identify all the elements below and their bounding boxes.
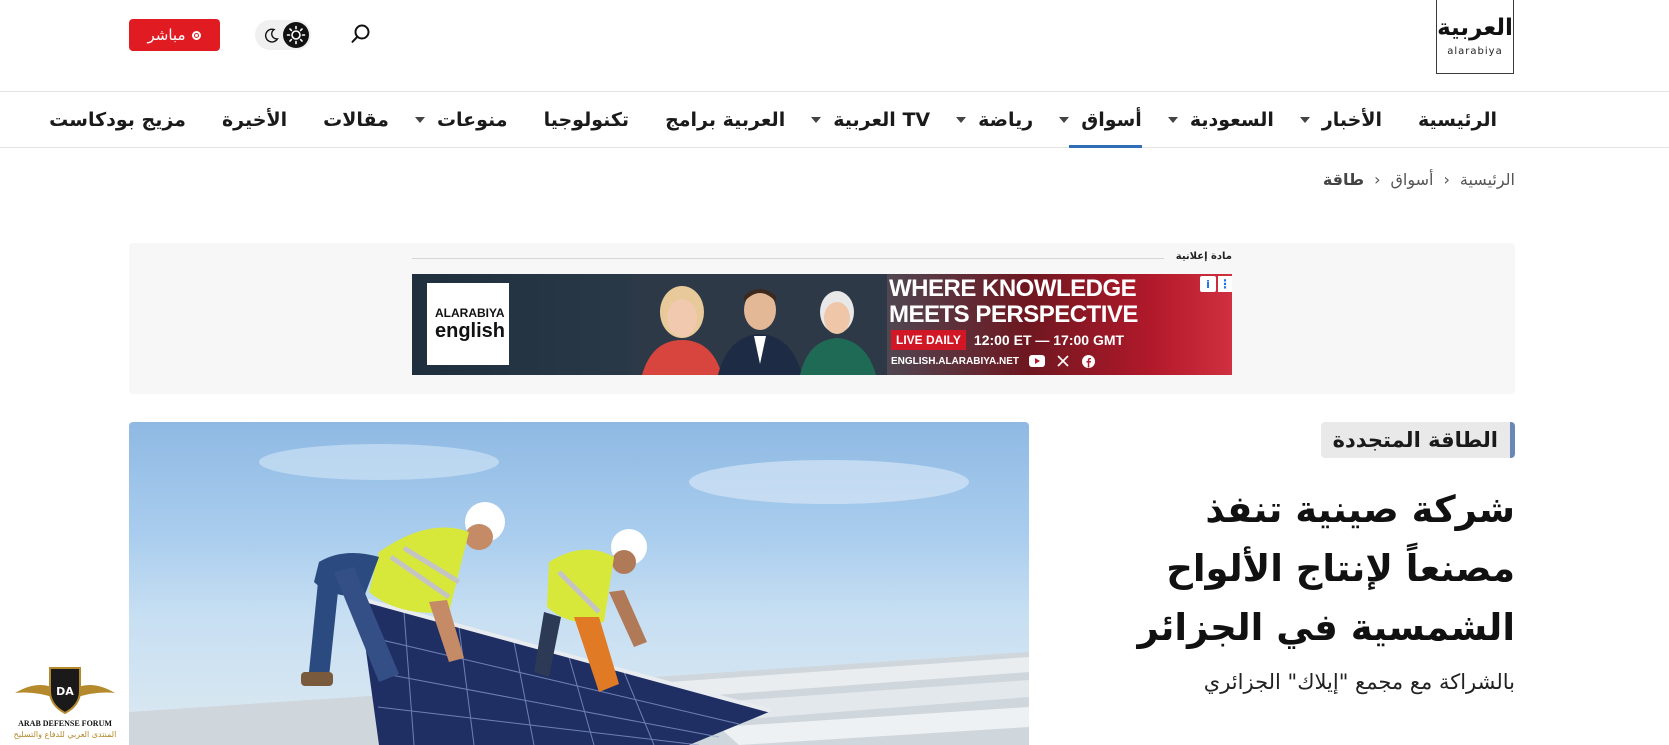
logo-arabic-text: العربية bbox=[1437, 14, 1513, 41]
chevron-left-icon: › bbox=[1374, 170, 1381, 189]
category-tag-label: الطاقة المتجددة bbox=[1332, 428, 1498, 452]
nav-item[interactable]: العربية TV bbox=[803, 92, 948, 148]
ad-live-daily: LIVE DAILY bbox=[891, 330, 966, 350]
caret-down-icon[interactable] bbox=[811, 117, 822, 123]
ad-divider bbox=[412, 258, 1164, 259]
top-header: العربية alarabiya مباشر bbox=[0, 0, 1669, 92]
nav-item-label: السعودية bbox=[1189, 109, 1274, 131]
article-hero-image[interactable] bbox=[129, 422, 1029, 745]
nav-item[interactable]: مقالات bbox=[305, 92, 407, 148]
nav-item-label: تكنولوجيا bbox=[543, 109, 630, 131]
caret-down-icon[interactable] bbox=[1167, 117, 1178, 123]
nav-item[interactable]: تكنولوجيا bbox=[526, 92, 647, 148]
x-icon bbox=[1055, 354, 1071, 368]
watermark-english: ARAB DEFENSE FORUM bbox=[18, 719, 112, 728]
ad-headline-line1: WHERE KNOWLEDGE bbox=[889, 275, 1137, 302]
caret-down-icon[interactable] bbox=[956, 117, 967, 123]
theme-toggle[interactable] bbox=[255, 20, 311, 50]
nav-item[interactable]: الأخيرة bbox=[204, 92, 305, 148]
nav-list: الرئيسية الأخبار السعودية أسواق رياضة العربية… bbox=[31, 92, 1515, 148]
logo-english-text: alarabiya bbox=[1447, 45, 1503, 57]
ad-url-row: ENGLISH.ALARABIYA.NET bbox=[891, 354, 1097, 368]
nav-item[interactable]: الأخبار bbox=[1292, 92, 1400, 148]
nav-item-label: الأخيرة bbox=[221, 109, 288, 131]
breadcrumb-home[interactable]: الرئيسية bbox=[1460, 170, 1515, 189]
nav-item-label: أسواق bbox=[1081, 109, 1142, 131]
ad-logo-line1: ALARABIYA bbox=[435, 306, 505, 320]
ad-headline: WHERE KNOWLEDGE MEETS PERSPECTIVE bbox=[889, 275, 1138, 328]
ad-headline-line2: MEETS PERSPECTIVE bbox=[889, 301, 1138, 328]
ad-banner[interactable]: ALARABIYA english WHERE KNOWLEDGE MEETS … bbox=[412, 274, 1232, 375]
article-title: شركة صينية تنفذ مصنعاً لإنتاج الألواح ال… bbox=[1137, 488, 1516, 649]
ad-url: ENGLISH.ALARABIYA.NET bbox=[891, 355, 1019, 367]
nav-item-label: رياضة bbox=[978, 109, 1034, 131]
search-icon-svg bbox=[351, 24, 370, 43]
nav-item-label: الأخبار bbox=[1321, 109, 1383, 131]
caret-down-icon[interactable] bbox=[1059, 117, 1070, 123]
nav-item[interactable]: العربية برامج bbox=[647, 92, 803, 148]
live-broadcast-icon bbox=[192, 30, 202, 40]
nav-item-label: مقالات bbox=[323, 109, 389, 131]
search-icon[interactable] bbox=[349, 22, 373, 46]
live-button[interactable]: مباشر bbox=[129, 19, 220, 51]
chevron-left-icon: › bbox=[1443, 170, 1450, 189]
alarabiya-logo[interactable]: العربية alarabiya bbox=[1436, 0, 1514, 74]
nav-item-label: العربية برامج bbox=[665, 109, 786, 131]
nav-item[interactable]: رياضة bbox=[948, 92, 1051, 148]
nav-item[interactable]: الرئيسية bbox=[1400, 92, 1515, 148]
category-tag[interactable]: الطاقة المتجددة bbox=[1320, 422, 1515, 458]
ad-logo: ALARABIYA english bbox=[427, 283, 509, 365]
ad-label-row: مادة إعلانية bbox=[412, 251, 1232, 265]
ad-presenters-image bbox=[632, 274, 887, 375]
nav-item-label: العربية TV bbox=[833, 109, 931, 131]
moon-icon bbox=[264, 28, 279, 43]
caret-down-icon[interactable] bbox=[414, 117, 425, 123]
watermark-arabic: المنتدى العربي للدفاع والتسليح bbox=[13, 730, 117, 739]
breadcrumb-section[interactable]: أسواق bbox=[1391, 170, 1434, 189]
ad-time: 12:00 ET — 17:00 GMT bbox=[973, 332, 1125, 348]
nav-item-label: مزيج بودكاست bbox=[49, 109, 186, 131]
ad-logo-line2: english bbox=[435, 320, 506, 342]
nav-item-label: منوعات bbox=[436, 109, 508, 131]
breadcrumb-current[interactable]: طاقة bbox=[1323, 170, 1364, 189]
facebook-icon bbox=[1081, 354, 1097, 368]
ad-info-icon[interactable]: i bbox=[1200, 276, 1216, 292]
ad-schedule: LIVE DAILY 12:00 ET — 17:00 GMT bbox=[891, 330, 1124, 350]
nav-item[interactable]: السعودية bbox=[1160, 92, 1292, 148]
nav-item-label: الرئيسية bbox=[1418, 109, 1497, 131]
main-navigation: الرئيسية الأخبار السعودية أسواق رياضة العربية… bbox=[0, 92, 1669, 148]
sun-icon bbox=[283, 22, 309, 48]
eagle-shield-logo: DA bbox=[15, 667, 115, 715]
ad-label: مادة إعلانية bbox=[1175, 251, 1232, 262]
ad-more-icon[interactable]: ⋮ bbox=[1218, 276, 1232, 292]
live-label: مباشر bbox=[147, 26, 186, 44]
breadcrumb: الرئيسية › أسواق › طاقة bbox=[1323, 170, 1515, 189]
youtube-icon bbox=[1028, 354, 1045, 368]
solar-workers-illustration bbox=[129, 444, 1029, 745]
caret-down-icon[interactable] bbox=[1299, 117, 1310, 123]
nav-item[interactable]: أسواق bbox=[1051, 92, 1160, 148]
article-subtitle: بالشراكة مع مجمع "إيلاك" الجزائري bbox=[1203, 670, 1515, 694]
watermark-badge: DA bbox=[56, 685, 74, 698]
nav-item[interactable]: منوعات bbox=[407, 92, 526, 148]
nav-item[interactable]: مزيج بودكاست bbox=[31, 92, 204, 148]
arab-defense-forum-watermark: DA ARAB DEFENSE FORUM المنتدى العربي للد… bbox=[10, 663, 120, 745]
